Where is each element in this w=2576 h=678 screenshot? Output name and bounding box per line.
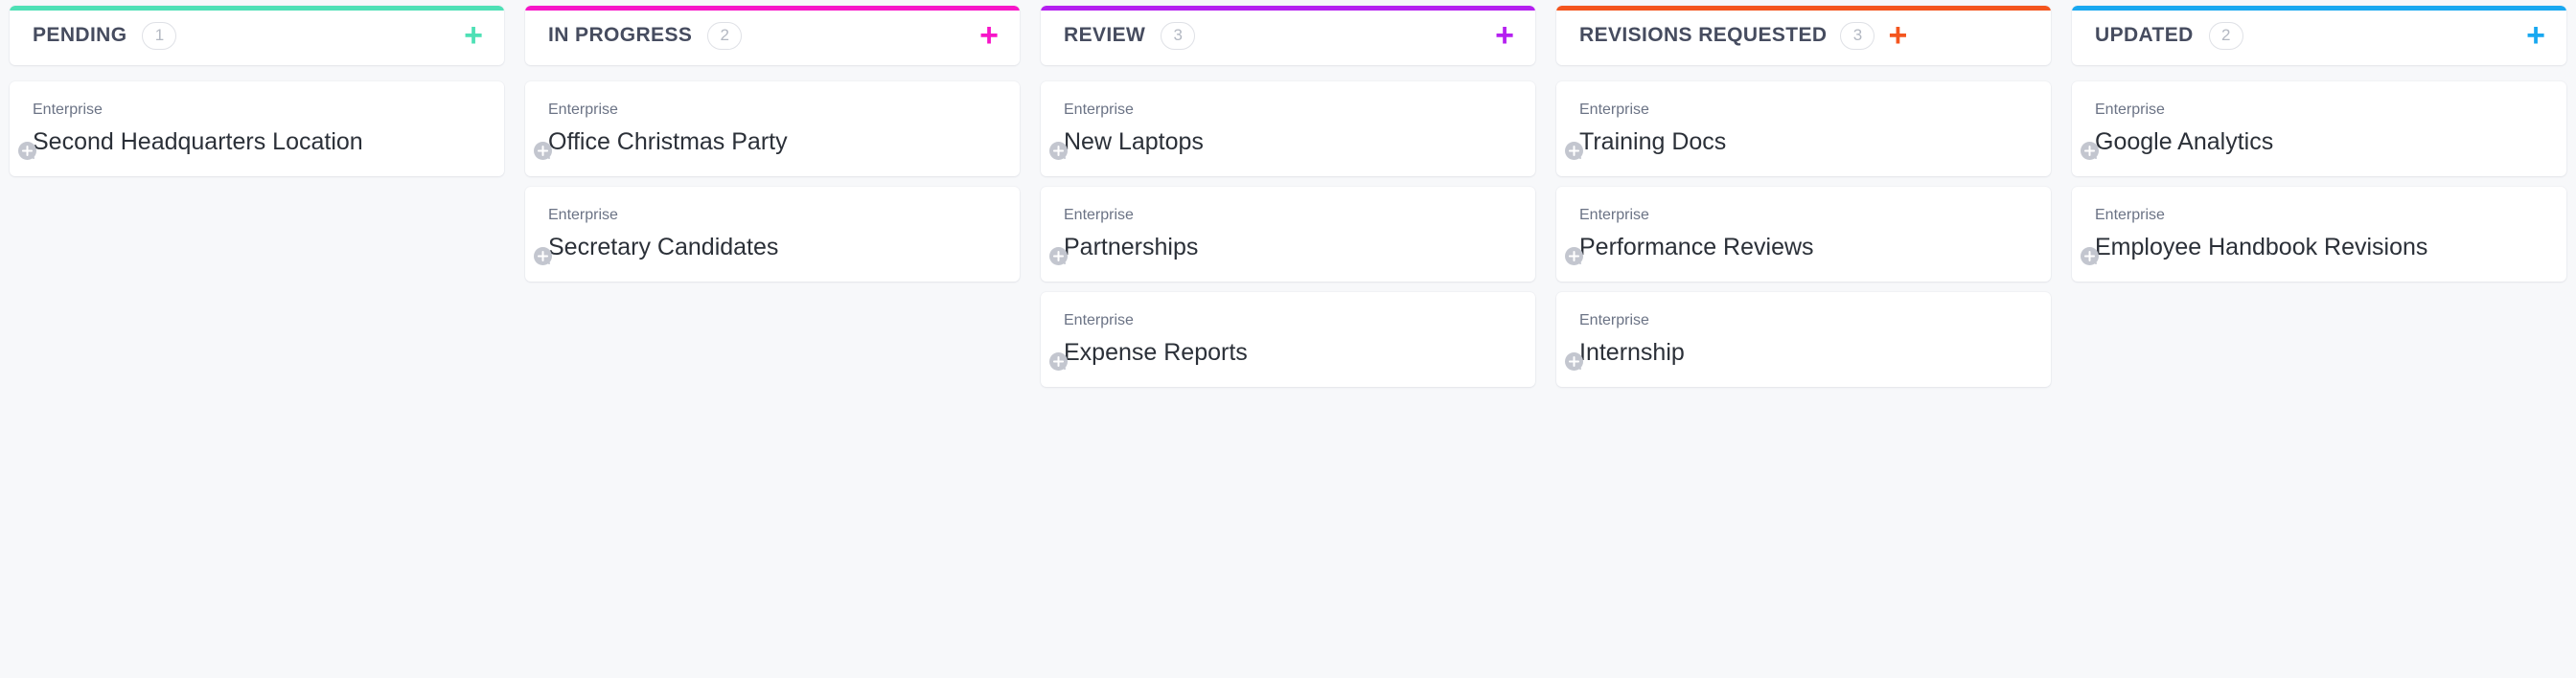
kanban-card[interactable]: Enterprise Secretary Candidates bbox=[525, 187, 1020, 282]
kanban-card[interactable]: Enterprise New Laptops bbox=[1041, 81, 1535, 177]
card-tag: Enterprise bbox=[1064, 102, 1134, 118]
add-task-button[interactable]: + bbox=[454, 19, 483, 52]
column-card-list: Enterprise Google Analytics Enterprise Empl… bbox=[2072, 65, 2566, 282]
card-tag: Enterprise bbox=[1579, 102, 1649, 118]
plus-badge-icon bbox=[1049, 352, 1068, 372]
kanban-column: UPDATED 2 + Enterprise Google Analytics Enter… bbox=[2072, 0, 2566, 678]
column-accent-bar bbox=[1556, 6, 2051, 11]
column-count-badge: 1 bbox=[142, 21, 177, 50]
card-title: Office Christmas Party bbox=[548, 127, 788, 155]
kanban-card[interactable]: Enterprise Performance Reviews bbox=[1556, 187, 2051, 282]
column-count-badge: 3 bbox=[1840, 21, 1875, 50]
card-title: Employee Handbook Revisions bbox=[2095, 233, 2428, 260]
column-header: PENDING 1 + bbox=[10, 6, 504, 65]
card-title: Google Analytics bbox=[2095, 127, 2274, 155]
card-tag: Enterprise bbox=[1064, 207, 1134, 224]
column-title: REVISIONS REQUESTED bbox=[1579, 24, 1828, 46]
column-card-list: Enterprise Training Docs Enterprise Perform… bbox=[1556, 65, 2051, 388]
column-count-badge: 3 bbox=[1161, 21, 1196, 50]
column-title: REVIEW bbox=[1064, 24, 1146, 46]
kanban-card[interactable]: Enterprise Google Analytics bbox=[2072, 81, 2566, 177]
card-title: Secretary Candidates bbox=[548, 233, 779, 260]
kanban-board: PENDING 1 + Enterprise Second Headquarters L… bbox=[0, 0, 2576, 678]
card-tag: Enterprise bbox=[1579, 312, 1649, 329]
plus-badge-icon bbox=[534, 247, 552, 266]
kanban-card[interactable]: Enterprise Training Docs bbox=[1556, 81, 2051, 177]
plus-badge-icon bbox=[1565, 142, 1583, 161]
column-accent-bar bbox=[10, 6, 504, 11]
add-task-button[interactable]: + bbox=[1485, 19, 1514, 52]
plus-badge-icon bbox=[1049, 247, 1068, 266]
plus-badge-icon bbox=[1049, 142, 1068, 161]
column-card-list: Enterprise Second Headquarters Location bbox=[10, 65, 504, 177]
plus-badge-icon bbox=[534, 142, 552, 161]
column-card-list: Enterprise Office Christmas Party Enterpri… bbox=[525, 65, 1020, 282]
card-tag: Enterprise bbox=[1064, 312, 1134, 329]
plus-badge-icon bbox=[2081, 142, 2099, 161]
kanban-column: IN PROGRESS 2 + Enterprise Office Christmas … bbox=[525, 0, 1020, 678]
kanban-card[interactable]: Enterprise Partnerships bbox=[1041, 187, 1535, 282]
card-tag: Enterprise bbox=[1579, 207, 1649, 224]
plus-badge-icon bbox=[1565, 247, 1583, 266]
kanban-card[interactable]: Enterprise Second Headquarters Location bbox=[10, 81, 504, 177]
card-tag: Enterprise bbox=[548, 207, 618, 224]
column-header: IN PROGRESS 2 + bbox=[525, 6, 1020, 65]
card-title: Second Headquarters Location bbox=[33, 127, 363, 155]
column-title: UPDATED bbox=[2095, 24, 2194, 46]
column-title: PENDING bbox=[33, 24, 127, 46]
card-title: Training Docs bbox=[1579, 127, 1727, 155]
kanban-card[interactable]: Enterprise Expense Reports bbox=[1041, 292, 1535, 388]
kanban-column: REVISIONS REQUESTED 3 + Enterprise Training … bbox=[1556, 0, 2051, 678]
plus-badge-icon bbox=[18, 142, 36, 161]
card-title: Internship bbox=[1579, 338, 1685, 366]
column-header: REVIEW 3 + bbox=[1041, 6, 1535, 65]
add-task-button[interactable]: + bbox=[1878, 19, 1907, 52]
column-header: REVISIONS REQUESTED 3 + bbox=[1556, 6, 2051, 65]
kanban-card[interactable]: Enterprise Office Christmas Party bbox=[525, 81, 1020, 177]
card-tag: Enterprise bbox=[2095, 102, 2165, 118]
card-tag: Enterprise bbox=[33, 102, 103, 118]
column-count-badge: 2 bbox=[2208, 21, 2243, 50]
column-header: UPDATED 2 + bbox=[2072, 6, 2566, 65]
kanban-column: REVIEW 3 + Enterprise New Laptops Enterprise P… bbox=[1041, 0, 1535, 678]
column-accent-bar bbox=[1041, 6, 1535, 11]
card-title: Performance Reviews bbox=[1579, 233, 1814, 260]
add-task-button[interactable]: + bbox=[2517, 19, 2545, 52]
kanban-card[interactable]: Enterprise Internship bbox=[1556, 292, 2051, 388]
column-accent-bar bbox=[525, 6, 1020, 11]
plus-badge-icon bbox=[1565, 352, 1583, 372]
kanban-card[interactable]: Enterprise Employee Handbook Revisions bbox=[2072, 187, 2566, 282]
card-tag: Enterprise bbox=[2095, 207, 2165, 224]
plus-badge-icon bbox=[2081, 247, 2099, 266]
card-title: Partnerships bbox=[1064, 233, 1199, 260]
card-tag: Enterprise bbox=[548, 102, 618, 118]
column-title: IN PROGRESS bbox=[548, 24, 693, 46]
column-card-list: Enterprise New Laptops Enterprise Partnersh… bbox=[1041, 65, 1535, 388]
add-task-button[interactable]: + bbox=[970, 19, 999, 52]
column-count-badge: 2 bbox=[707, 21, 743, 50]
column-accent-bar bbox=[2072, 6, 2566, 11]
card-title: New Laptops bbox=[1064, 127, 1204, 155]
card-title: Expense Reports bbox=[1064, 338, 1248, 366]
kanban-column: PENDING 1 + Enterprise Second Headquarters L… bbox=[10, 0, 504, 678]
